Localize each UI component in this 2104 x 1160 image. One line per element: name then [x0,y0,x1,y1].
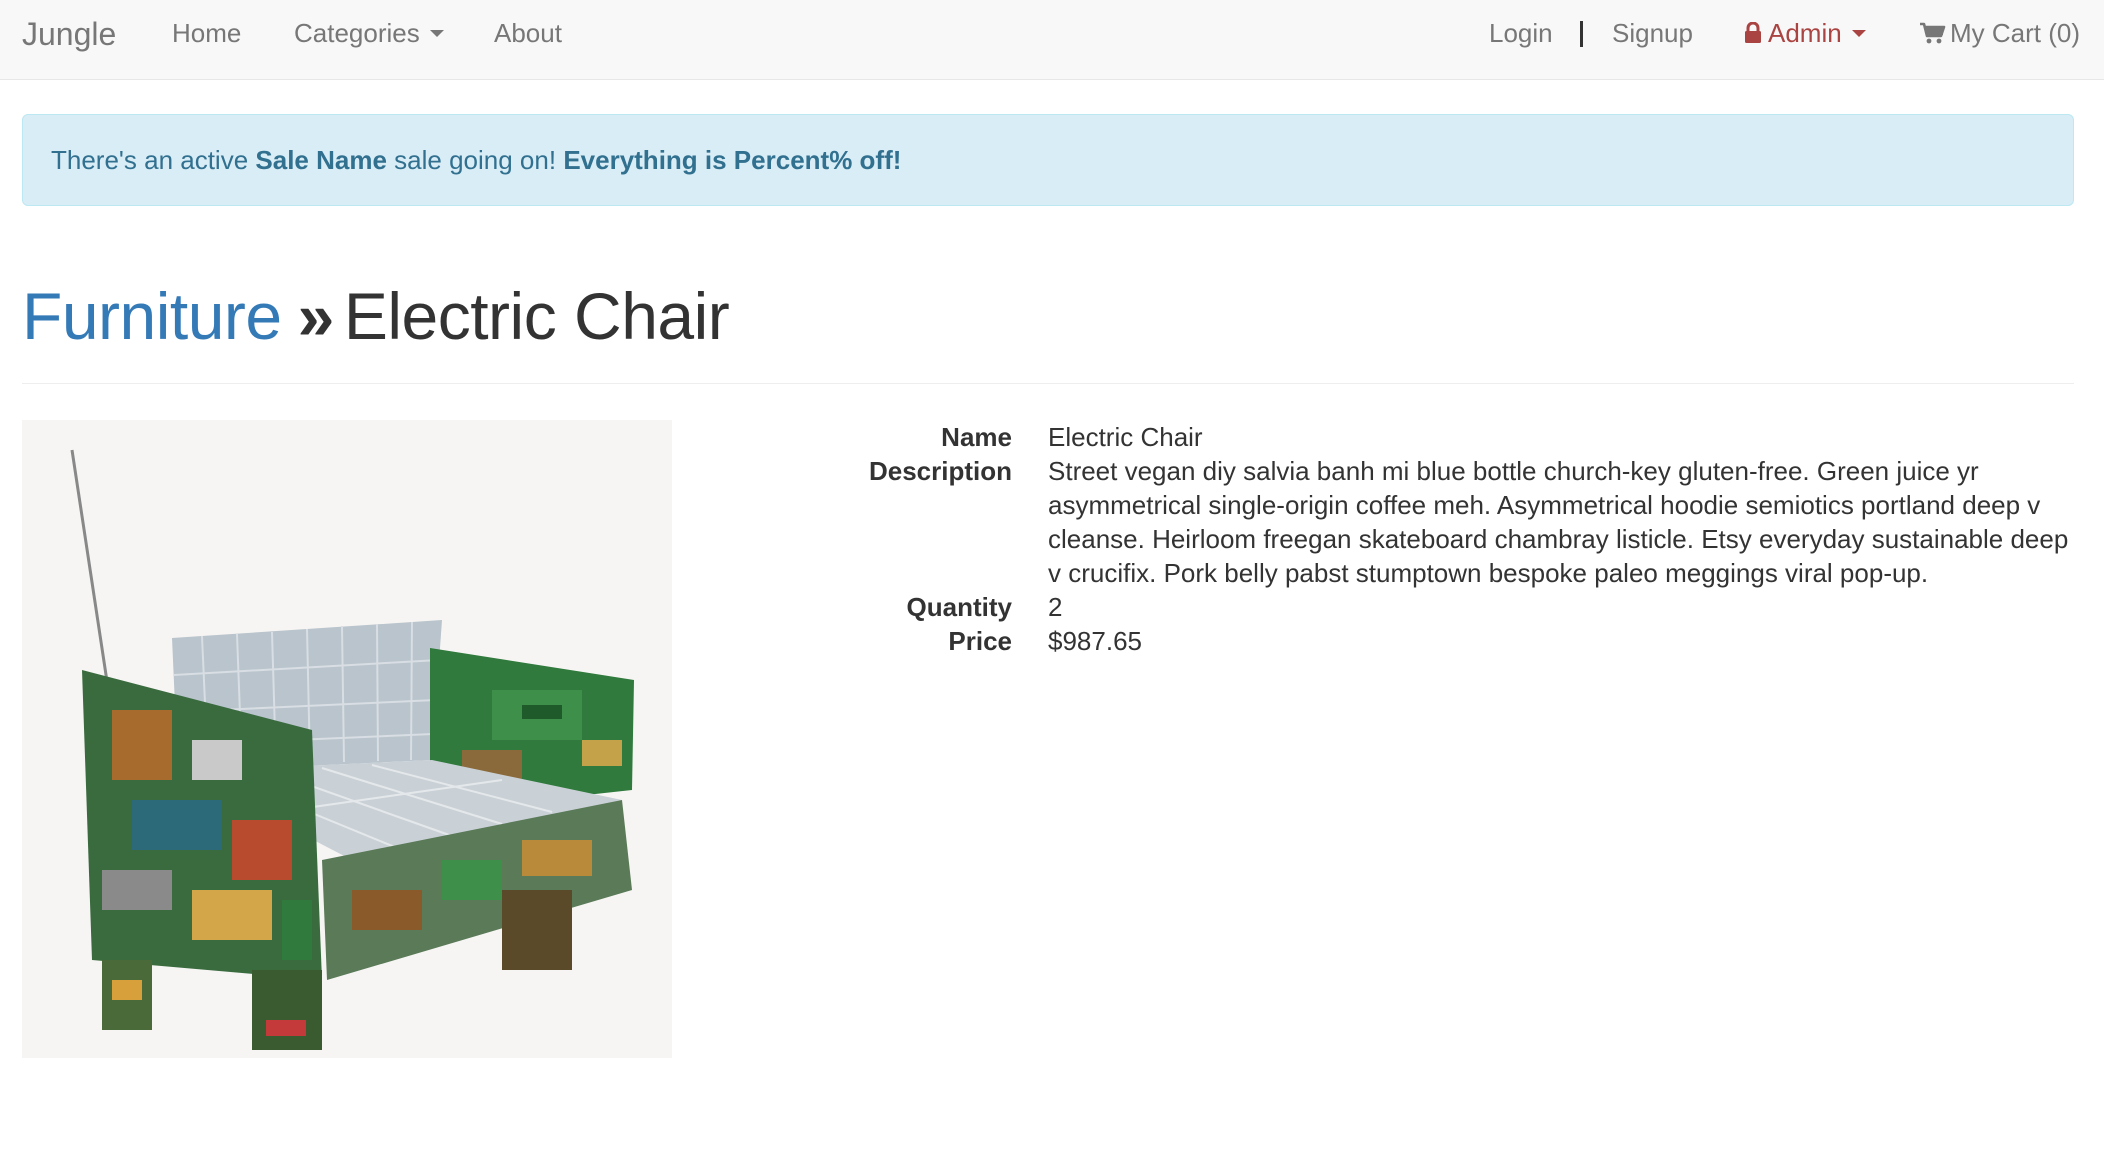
nav-signup-link[interactable]: Signup [1612,0,1693,80]
alert-middle: sale going on! [394,145,557,175]
sale-alert: There's an active Sale Name sale going o… [22,114,2074,206]
nav-admin-label: Admin [1768,18,1842,48]
breadcrumb-category-link[interactable]: Furniture [22,279,282,353]
product-image [22,420,672,1058]
nav-divider [1580,21,1583,47]
breadcrumb-product: Electric Chair [343,279,730,353]
nav-login-link[interactable]: Login [1489,0,1553,80]
nav-cart-link[interactable]: My Cart (0) [1920,0,2080,80]
description-value: Street vegan diy salvia banh mi blue bot… [1048,456,2069,588]
product-details: Name Electric Chair Description Street v… [700,420,2080,658]
page-header: Furniture» Electric Chair [22,268,2074,384]
top-navbar: Jungle Home Categories About Login Signu… [0,0,2104,80]
nav-admin-dropdown[interactable]: Admin [1744,0,1866,80]
alert-sale-name: Sale Name [255,145,387,175]
quantity-value: 2 [1048,592,1063,622]
price-value: $987.65 [1048,626,1142,656]
detail-row-price: Price $987.65 [700,624,2080,658]
chevron-down-icon [1851,30,1866,38]
quantity-label: Quantity [906,592,1012,622]
detail-row-quantity: Quantity 2 [700,590,2080,624]
nav-categories-label: Categories [294,18,420,48]
brand-link[interactable]: Jungle [22,0,116,80]
name-label: Name [941,422,1012,452]
detail-row-description: Description Street vegan diy salvia banh… [700,454,2080,590]
alert-prefix: There's an active [51,145,249,175]
lock-icon [1745,22,1761,43]
nav-home-link[interactable]: Home [172,0,241,80]
name-value: Electric Chair [1048,422,1203,452]
breadcrumb-separator: » [297,279,335,353]
alert-discount: Everything is Percent% off! [563,145,902,175]
page-title: Furniture» Electric Chair [22,268,2074,364]
nav-about-link[interactable]: About [494,0,562,80]
detail-row-name: Name Electric Chair [700,420,2080,454]
chevron-down-icon [429,30,444,38]
nav-cart-label: My Cart (0) [1950,18,2080,48]
price-label: Price [948,626,1012,656]
description-label: Description [868,456,1012,486]
shopping-cart-icon [1920,22,1946,44]
nav-categories-dropdown[interactable]: Categories [294,0,444,80]
product-photo [22,420,672,1058]
